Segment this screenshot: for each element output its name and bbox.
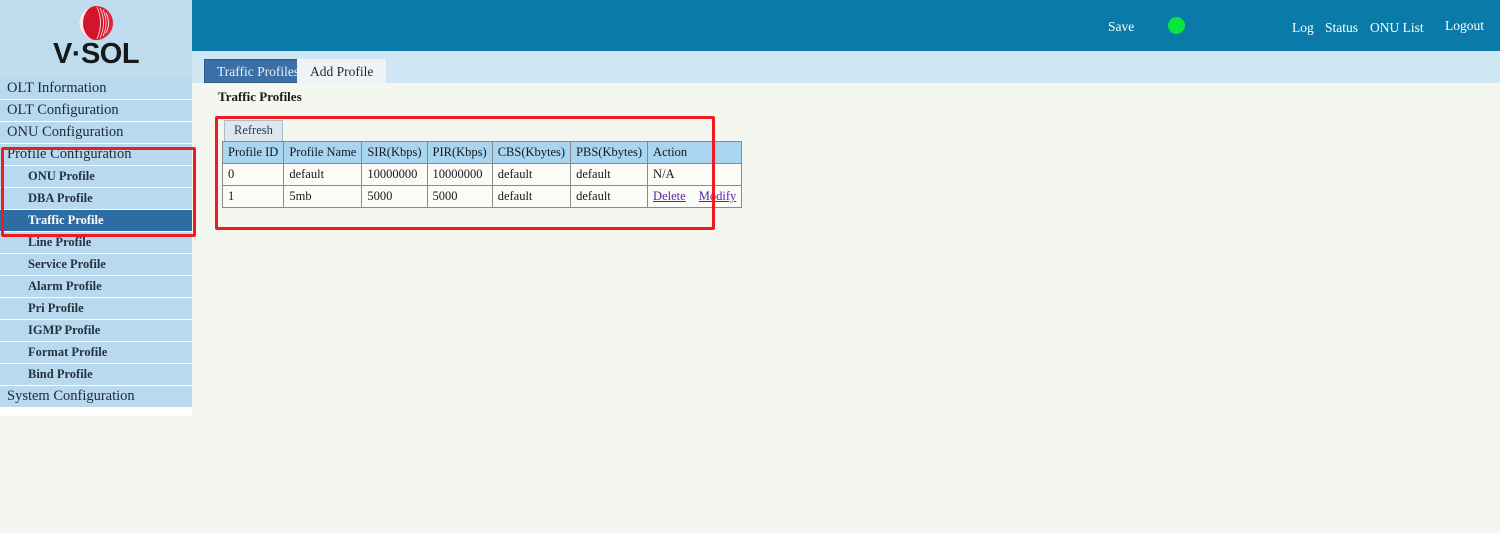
page-title: Traffic Profiles bbox=[218, 89, 302, 104]
nav-link-status[interactable]: Status bbox=[1325, 20, 1358, 36]
brand-name: V·SOL bbox=[52, 38, 140, 70]
connection-status-indicator bbox=[1168, 17, 1185, 34]
sidebar-item-dba-profile[interactable]: DBA Profile bbox=[0, 188, 192, 209]
column-header-cbs: CBS(Kbytes) bbox=[491, 141, 572, 164]
traffic-profiles-panel: Refresh Profile ID Profile Name SIR(Kbps… bbox=[221, 120, 743, 208]
tab-traffic-profiles[interactable]: Traffic Profiles bbox=[204, 59, 313, 83]
cell-cbs: default bbox=[491, 185, 572, 208]
cell-sir: 5000 bbox=[361, 185, 428, 208]
table-header-row: Profile ID Profile Name SIR(Kbps) PIR(Kb… bbox=[221, 141, 743, 164]
sidebar-item-profile-configuration[interactable]: Profile Configuration bbox=[0, 144, 192, 165]
cell-cbs: default bbox=[491, 163, 572, 186]
sidebar-item-onu-profile[interactable]: ONU Profile bbox=[0, 166, 192, 187]
cell-pbs: default bbox=[570, 163, 649, 186]
sidebar-item-alarm-profile[interactable]: Alarm Profile bbox=[0, 276, 192, 297]
sidebar-item-system-configuration[interactable]: System Configuration bbox=[0, 386, 192, 407]
sidebar-item-traffic-profile[interactable]: Traffic Profile bbox=[0, 210, 192, 231]
cell-profile-name: 5mb bbox=[283, 185, 363, 208]
delete-link[interactable]: Delete bbox=[653, 189, 686, 203]
cell-pbs: default bbox=[570, 185, 649, 208]
sidebar-item-onu-configuration[interactable]: ONU Configuration bbox=[0, 122, 192, 143]
column-header-pbs: PBS(Kbytes) bbox=[570, 141, 649, 164]
cell-pir: 5000 bbox=[426, 185, 493, 208]
column-header-profile-name: Profile Name bbox=[283, 141, 363, 164]
top-header-bar: Save Log Status ONU List Logout bbox=[192, 0, 1500, 51]
column-header-sir: SIR(Kbps) bbox=[361, 141, 428, 164]
refresh-button[interactable]: Refresh bbox=[224, 120, 283, 141]
sidebar-nav: OLT Information OLT Configuration ONU Co… bbox=[0, 78, 192, 407]
sidebar-item-olt-configuration[interactable]: OLT Configuration bbox=[0, 100, 192, 121]
nav-link-onu-list[interactable]: ONU List bbox=[1370, 20, 1424, 36]
save-button[interactable]: Save bbox=[1108, 19, 1134, 35]
table-row: 1 5mb 5000 5000 default default Delete M… bbox=[221, 185, 743, 208]
sidebar-item-olt-information[interactable]: OLT Information bbox=[0, 78, 192, 99]
application-window: Foro ISP Save Log Status ONU List Logout… bbox=[0, 0, 1500, 533]
column-header-pir: PIR(Kbps) bbox=[426, 141, 493, 164]
cell-sir: 10000000 bbox=[361, 163, 428, 186]
column-header-action: Action bbox=[647, 141, 743, 164]
sidebar-item-pri-profile[interactable]: Pri Profile bbox=[0, 298, 192, 319]
sidebar-item-line-profile[interactable]: Line Profile bbox=[0, 232, 192, 253]
cell-profile-id: 0 bbox=[221, 163, 285, 186]
nav-link-log[interactable]: Log bbox=[1292, 20, 1314, 36]
sidebar-item-igmp-profile[interactable]: IGMP Profile bbox=[0, 320, 192, 341]
cell-action: Delete Modify bbox=[647, 185, 743, 208]
sidebar-item-service-profile[interactable]: Service Profile bbox=[0, 254, 192, 275]
logout-button[interactable]: Logout bbox=[1445, 18, 1484, 34]
tab-bar: Traffic Profiles Add Profile bbox=[192, 51, 1500, 83]
sidebar-item-bind-profile[interactable]: Bind Profile bbox=[0, 364, 192, 385]
vsol-sphere-logo-icon bbox=[79, 6, 113, 40]
cell-action: N/A bbox=[647, 163, 743, 186]
tab-add-profile[interactable]: Add Profile bbox=[297, 59, 387, 83]
brand-logo-area: V·SOL bbox=[0, 0, 192, 78]
column-header-profile-id: Profile ID bbox=[221, 141, 285, 164]
sidebar: V·SOL OLT Information OLT Configuration … bbox=[0, 0, 192, 416]
table-row: 0 default 10000000 10000000 default defa… bbox=[221, 163, 743, 186]
modify-link[interactable]: Modify bbox=[699, 189, 737, 203]
cell-profile-id: 1 bbox=[221, 185, 285, 208]
traffic-profiles-table: Profile ID Profile Name SIR(Kbps) PIR(Kb… bbox=[221, 141, 743, 208]
sidebar-item-format-profile[interactable]: Format Profile bbox=[0, 342, 192, 363]
cell-profile-name: default bbox=[283, 163, 363, 186]
cell-pir: 10000000 bbox=[426, 163, 493, 186]
